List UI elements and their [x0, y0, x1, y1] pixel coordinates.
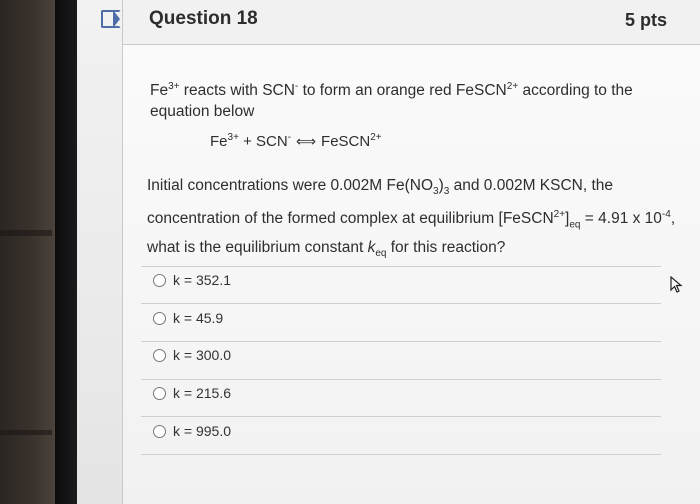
- body-sub-eq: eq: [569, 219, 581, 231]
- radio-button[interactable]: [153, 386, 166, 400]
- answer-option-5[interactable]: k = 995.0: [153, 419, 231, 443]
- body-text-5: = 4.91 x 10: [580, 210, 662, 228]
- option-label: k = 215.6: [173, 385, 231, 401]
- option-divider: [141, 416, 661, 417]
- radio-button[interactable]: [153, 424, 166, 438]
- question-body: Initial concentrations were 0.002M Fe(NO…: [147, 174, 687, 265]
- option-divider: [141, 266, 661, 267]
- option-divider: [141, 341, 661, 342]
- eq-product: FeSCN: [321, 133, 371, 150]
- answer-option-3[interactable]: k = 300.0: [153, 343, 231, 367]
- radio-button[interactable]: [153, 348, 166, 362]
- eq-fe-charge: 3+: [227, 132, 239, 143]
- question-stem: Fe3+ reacts with SCN- to form an orange …: [150, 76, 660, 122]
- answer-option-4[interactable]: k = 215.6: [153, 381, 231, 405]
- option-label: k = 300.0: [173, 347, 231, 363]
- body-k-sub: eq: [375, 248, 387, 260]
- question-header: Question 18 5 pts: [101, 0, 700, 45]
- stem-text: to form an orange red FeSCN: [298, 82, 507, 100]
- pointer-cursor-icon: [670, 276, 683, 293]
- option-divider: [141, 454, 661, 455]
- stem-fescn-charge: 2+: [506, 81, 519, 92]
- desk-shadow: [0, 230, 52, 236]
- answer-option-2[interactable]: k = 45.9: [153, 306, 223, 330]
- eq-product-charge: 2+: [370, 132, 382, 143]
- option-label: k = 995.0: [173, 423, 231, 439]
- body-exponent: -4: [661, 209, 671, 221]
- desk-shadow-lower: [0, 430, 52, 435]
- reaction-equation: Fe3+ + SCN- ⟺ FeSCN2+: [210, 132, 382, 150]
- quiz-page: Question 18 5 pts Fe3+ reacts with SCN- …: [77, 0, 700, 504]
- question-card: Question 18 5 pts Fe3+ reacts with SCN- …: [101, 0, 700, 504]
- body-sup-charge: 2+: [553, 209, 566, 221]
- question-title: Question 18: [149, 8, 258, 29]
- body-text-1: Initial concentrations were 0.002M Fe(NO: [147, 177, 434, 194]
- stem-scn: reacts with SCN: [179, 82, 295, 100]
- eq-scn: + SCN: [238, 133, 288, 150]
- stem-fe: Fe: [150, 82, 169, 100]
- desk-background: [0, 0, 55, 504]
- radio-button[interactable]: [153, 311, 166, 325]
- option-divider: [141, 303, 661, 304]
- body-text-7: for this reaction?: [386, 239, 506, 257]
- radio-button[interactable]: [153, 273, 166, 287]
- stem-fe-charge: 3+: [168, 81, 180, 92]
- option-label: k = 352.1: [173, 272, 231, 288]
- monitor-bezel: [55, 0, 77, 504]
- question-points: 5 pts: [624, 10, 667, 30]
- option-divider: [141, 379, 661, 380]
- option-label: k = 45.9: [173, 310, 224, 326]
- answer-option-1[interactable]: k = 352.1: [153, 268, 231, 292]
- flag-icon-tip: [113, 10, 120, 28]
- eq-fe: Fe: [210, 133, 228, 150]
- equilibrium-arrow-icon: ⟺: [295, 133, 317, 149]
